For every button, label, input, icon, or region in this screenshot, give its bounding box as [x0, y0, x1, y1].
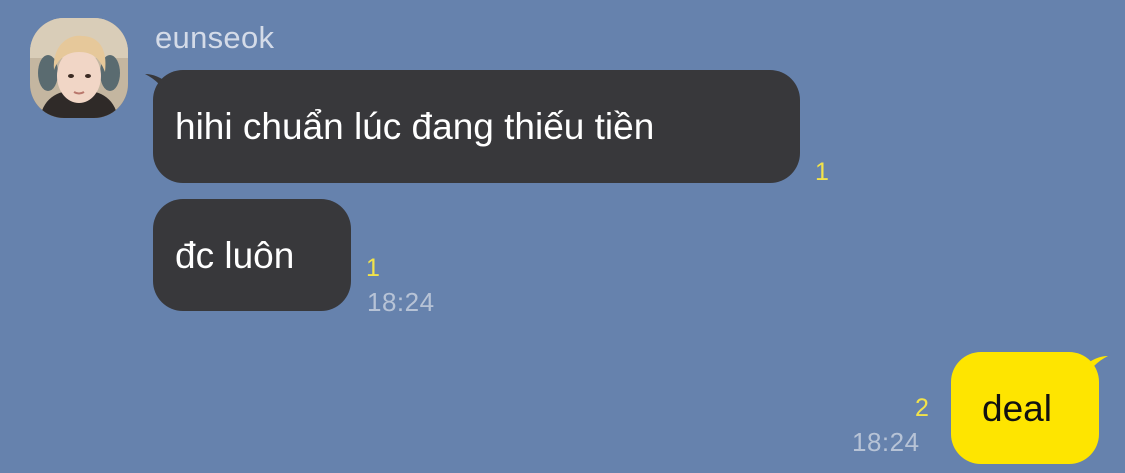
unread-count: 2	[915, 394, 929, 422]
message-bubble[interactable]: đc luôn	[153, 199, 351, 311]
message-time: 18:24	[852, 427, 920, 457]
message-text: deal	[982, 387, 1052, 429]
unread-count: 1	[815, 158, 829, 186]
message-text: đc luôn	[175, 234, 295, 276]
unread-count: 1	[366, 254, 380, 282]
avatar[interactable]	[30, 18, 128, 118]
chat-room: eunseok hihi chuẩn lúc đang thiếu tiền 1…	[0, 0, 1125, 473]
message-text: hihi chuẩn lúc đang thiếu tiền	[175, 106, 655, 147]
message-bubble[interactable]: hihi chuẩn lúc đang thiếu tiền	[153, 70, 800, 183]
message-time: 18:24	[367, 287, 435, 317]
profile-photo-icon	[30, 18, 128, 118]
message-bubble-outgoing[interactable]: deal	[951, 352, 1099, 464]
sender-name: eunseok	[155, 20, 275, 55]
